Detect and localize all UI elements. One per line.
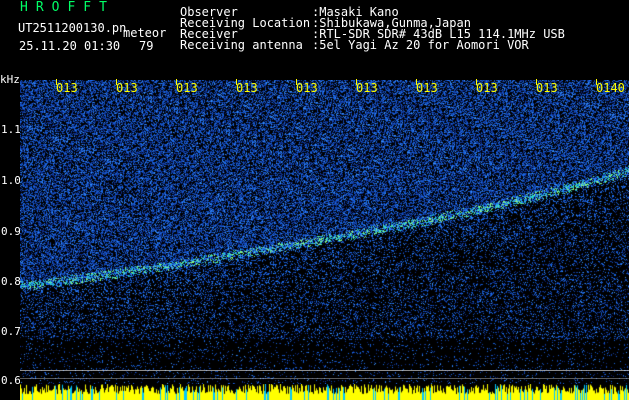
x-tick-mark [236, 79, 237, 85]
x-tick-label: 013 [116, 81, 138, 95]
event-label: meteor [123, 26, 167, 40]
filename-label: UT2511200130.pn [18, 21, 127, 35]
x-tick-mark [116, 79, 117, 85]
app-title: HROFFT [20, 0, 115, 15]
x-tick-mark [176, 79, 177, 85]
x-tick-label: 013 [416, 81, 438, 95]
y-tick-label: 0.9 [1, 225, 21, 238]
y-tick-label: 1.0 [1, 174, 21, 187]
y-tick-label: 1.1 [1, 123, 21, 136]
x-tick-mark [356, 79, 357, 85]
y-tick-label: 0.7 [1, 325, 21, 338]
x-tick-mark [536, 79, 537, 85]
datetime-label: 25.11.20 01:30 [19, 39, 121, 53]
x-tick-label: 013 [536, 81, 558, 95]
x-tick-label: 013 [296, 81, 318, 95]
reference-line [20, 378, 629, 379]
meta-antenna-value: :5el Yagi Az 20 for Aomori VOR [312, 38, 529, 52]
amplitude-strip [20, 384, 629, 400]
x-tick-mark [56, 79, 57, 85]
y-tick-label: 0.8 [1, 275, 21, 288]
hrofft-window: HROFFT UT2511200130.pn meteor 25.11.20 0… [0, 0, 629, 400]
y-axis-unit: kHz [0, 73, 20, 86]
x-tick-label: 013 [356, 81, 378, 95]
x-tick-label: 013 [176, 81, 198, 95]
x-tick-mark [416, 79, 417, 85]
spectrogram-canvas [20, 80, 629, 384]
amplitude-strip-canvas [20, 384, 629, 400]
x-tick-label: 013 [56, 81, 78, 95]
x-tick-mark [476, 79, 477, 85]
spectrogram-plot [20, 80, 629, 384]
x-tick-label: 013 [476, 81, 498, 95]
x-tick-label: 013 [236, 81, 258, 95]
y-tick-label: 0.6 [1, 374, 21, 387]
x-tick-mark [296, 79, 297, 85]
meta-antenna-label: Receiving antenna [180, 38, 303, 52]
reference-line [20, 370, 629, 371]
event-count: 79 [139, 39, 154, 53]
x-tick-label: 0140 [596, 81, 625, 95]
x-tick-mark [596, 79, 597, 85]
